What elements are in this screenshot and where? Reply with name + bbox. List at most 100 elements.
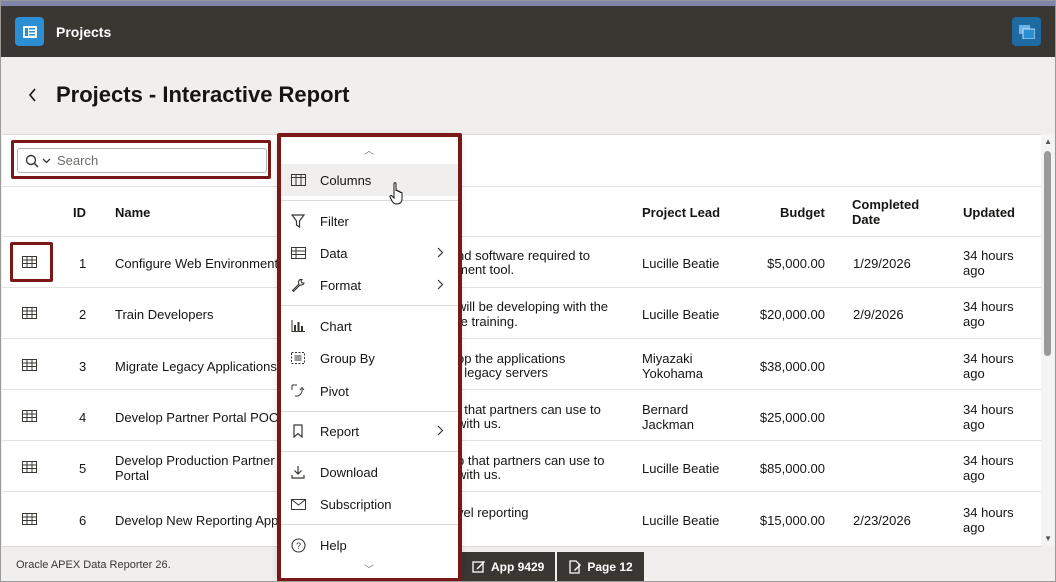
bookmark-icon xyxy=(289,422,307,440)
cell-description-line2: with us. xyxy=(457,467,502,482)
cell-completed-date: 1/29/2026 xyxy=(853,256,911,271)
cell-description-line2: f legacy servers xyxy=(457,365,549,380)
chevron-down-icon[interactable] xyxy=(42,158,51,164)
menu-item-label: Columns xyxy=(320,172,372,188)
row-detail-icon[interactable] xyxy=(22,410,37,422)
scroll-down-arrow-icon[interactable]: ▼ xyxy=(1044,534,1052,543)
menu-item-pivot[interactable]: Pivot xyxy=(280,375,458,407)
chevron-right-icon xyxy=(437,247,444,258)
cell-budget: $20,000.00 xyxy=(759,307,825,322)
cell-project-lead: Lucille Beatie xyxy=(642,513,720,528)
search-input[interactable] xyxy=(57,149,257,172)
cell-budget: $25,000.00 xyxy=(759,410,825,425)
cell-updated: 34 hours ago xyxy=(963,351,1014,381)
app-button[interactable]: App 9429 xyxy=(461,552,556,581)
column-header-id[interactable]: ID xyxy=(73,205,86,220)
row-detail-icon[interactable] xyxy=(22,359,37,371)
table-row: 4 Develop Partner Portal POC t that part… xyxy=(2,390,1042,441)
menu-item-label: Chart xyxy=(320,318,352,334)
menu-item-download[interactable]: Download xyxy=(280,456,458,488)
cell-updated: 34 hours ago xyxy=(963,505,1014,535)
menu-item-help[interactable]: ? Help xyxy=(280,529,458,561)
cell-budget: $5,000.00 xyxy=(767,256,825,271)
cell-name[interactable]: Develop Production Partner Portal xyxy=(115,453,280,483)
cell-name[interactable]: Train Developers xyxy=(115,307,285,322)
menu-item-filter[interactable]: Filter xyxy=(280,205,458,237)
menu-separator xyxy=(280,411,458,412)
app-title[interactable]: Projects xyxy=(56,24,111,40)
menu-item-group-by[interactable]: Group By xyxy=(280,342,458,374)
cell-description-line1: vel reporting xyxy=(457,505,529,520)
cell-id: 2 xyxy=(79,307,87,322)
cell-budget: $15,000.00 xyxy=(759,513,825,528)
menu-item-columns[interactable]: Columns xyxy=(280,164,458,196)
row-detail-icon[interactable] xyxy=(22,307,37,319)
pivot-icon xyxy=(289,382,307,400)
footer-version-text: Oracle APEX Data Reporter 26. xyxy=(16,559,171,571)
chevron-left-icon xyxy=(28,88,36,102)
edit-icon xyxy=(472,561,485,573)
report-icon[interactable] xyxy=(15,17,44,46)
table-icon xyxy=(289,244,307,262)
cell-updated: 34 hours ago xyxy=(963,248,1014,278)
menu-item-format[interactable]: Format xyxy=(280,269,458,301)
cell-name[interactable]: Develop New Reporting App xyxy=(115,513,285,528)
developer-toolbar: App 9429 Page 12 xyxy=(461,552,646,581)
chevron-down-icon[interactable]: ﹀ xyxy=(280,561,458,576)
menu-item-label: Help xyxy=(320,537,347,553)
cell-description-line1: op the applications xyxy=(457,351,566,366)
group-by-icon xyxy=(289,349,307,367)
cell-id: 3 xyxy=(79,359,87,374)
menu-item-subscription[interactable]: Subscription xyxy=(280,488,458,520)
menu-item-data[interactable]: Data xyxy=(280,237,458,269)
column-header-updated[interactable]: Updated xyxy=(963,205,1015,220)
column-header-budget[interactable]: Budget xyxy=(780,205,825,220)
cell-description-line1: t that partners can use to xyxy=(457,402,601,417)
cell-name[interactable]: Develop Partner Portal POC xyxy=(115,410,285,425)
page-button-label: Page 12 xyxy=(587,560,633,574)
bar-chart-icon xyxy=(289,317,307,335)
menu-separator xyxy=(280,451,458,452)
cell-description-line1: will be developing with the xyxy=(457,299,609,314)
back-button[interactable] xyxy=(23,85,43,105)
cell-updated: 34 hours ago xyxy=(963,402,1014,432)
search-icon[interactable] xyxy=(25,154,39,168)
column-header-completed-date[interactable]: Completed Date xyxy=(852,197,932,227)
cell-id: 5 xyxy=(79,461,87,476)
chevron-right-icon xyxy=(437,425,444,436)
scroll-up-arrow-icon[interactable]: ▲ xyxy=(1044,137,1052,146)
help-icon: ? xyxy=(289,536,307,554)
menu-separator xyxy=(280,524,458,525)
wrench-icon xyxy=(289,276,307,294)
page-title-bar: Projects - Interactive Report xyxy=(1,57,1055,134)
cell-description-line2: ment tool. xyxy=(457,262,515,277)
cell-name[interactable]: Migrate Legacy Applications xyxy=(115,359,285,374)
page-button[interactable]: Page 12 xyxy=(557,552,644,581)
cell-budget: $85,000.00 xyxy=(759,461,825,476)
row-detail-icon[interactable] xyxy=(22,256,37,268)
user-menu-icon[interactable] xyxy=(1012,17,1041,46)
menu-separator xyxy=(280,305,458,306)
page-title: Projects - Interactive Report xyxy=(56,82,350,107)
cell-id: 1 xyxy=(79,256,87,271)
row-detail-icon[interactable] xyxy=(22,513,37,525)
mail-icon xyxy=(289,495,307,513)
cell-budget: $38,000.00 xyxy=(759,359,825,374)
cell-updated: 34 hours ago xyxy=(963,299,1014,329)
column-header-name[interactable]: Name xyxy=(115,205,150,220)
cell-updated: 34 hours ago xyxy=(963,453,1014,483)
cell-completed-date: 2/23/2026 xyxy=(853,513,911,528)
scrollbar-thumb[interactable] xyxy=(1044,151,1051,356)
column-header-project-lead[interactable]: Project Lead xyxy=(642,205,720,220)
cell-name[interactable]: Configure Web Environment xyxy=(115,256,285,271)
search-field[interactable] xyxy=(17,148,267,173)
cell-project-lead: Lucille Beatie xyxy=(642,461,720,476)
chevron-right-icon xyxy=(437,279,444,290)
hand-cursor-icon xyxy=(389,182,403,205)
menu-item-chart[interactable]: Chart xyxy=(280,310,458,342)
menu-item-report[interactable]: Report xyxy=(280,415,458,447)
row-detail-icon[interactable] xyxy=(22,461,37,473)
cell-description-line1: p that partners can use to xyxy=(457,453,605,468)
chevron-up-icon[interactable]: ︿ xyxy=(280,142,458,157)
table-row: 1 Configure Web Environment nd software … xyxy=(2,237,1042,288)
